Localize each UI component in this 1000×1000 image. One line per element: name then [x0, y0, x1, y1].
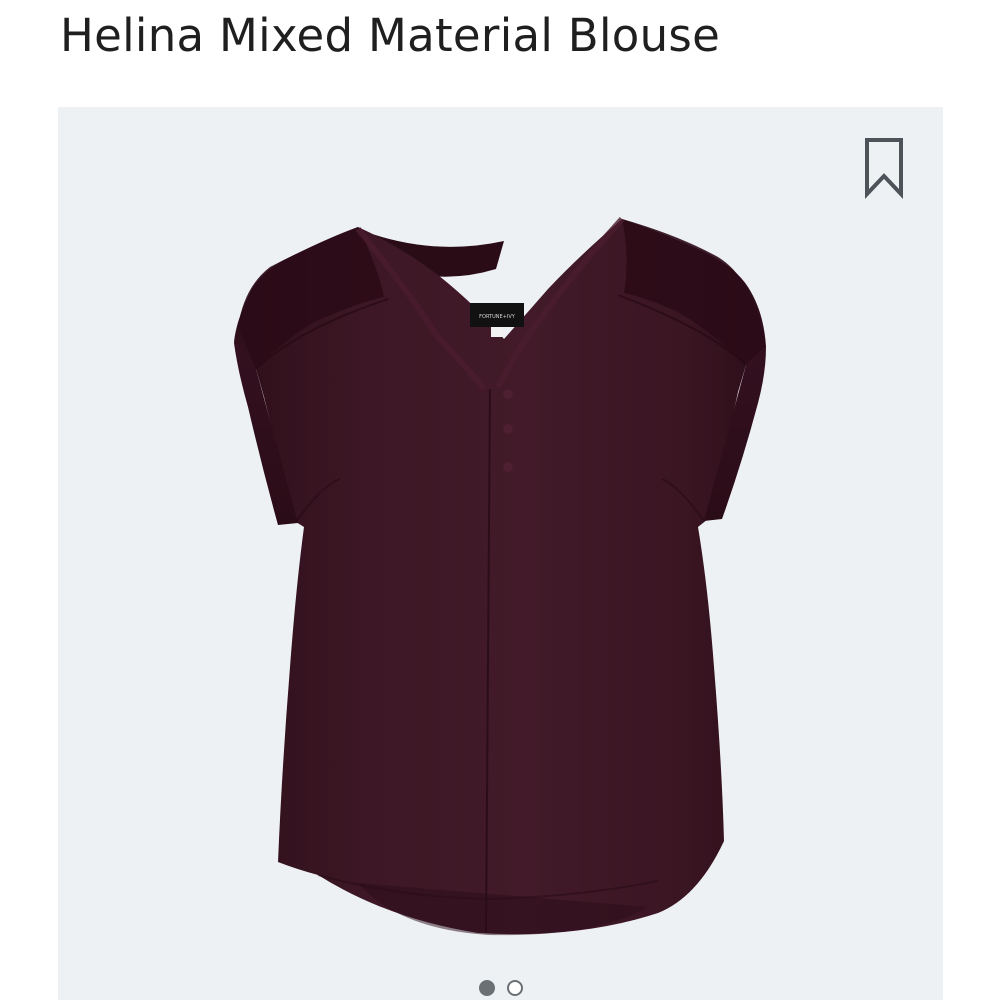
product-image: FORTUNE+IVY [234, 216, 766, 936]
carousel-indicators [58, 980, 943, 996]
product-page: Helina Mixed Material Blouse FORTUNE+IVY [0, 0, 1000, 1000]
product-title: Helina Mixed Material Blouse [60, 9, 721, 62]
product-image-gallery[interactable]: FORTUNE+IVY [58, 107, 943, 1000]
brand-label: FORTUNE+IVY [479, 314, 516, 320]
carousel-dot-1[interactable] [478, 980, 495, 996]
carousel-dot-2[interactable] [506, 980, 523, 996]
bookmark-icon[interactable] [863, 137, 905, 199]
